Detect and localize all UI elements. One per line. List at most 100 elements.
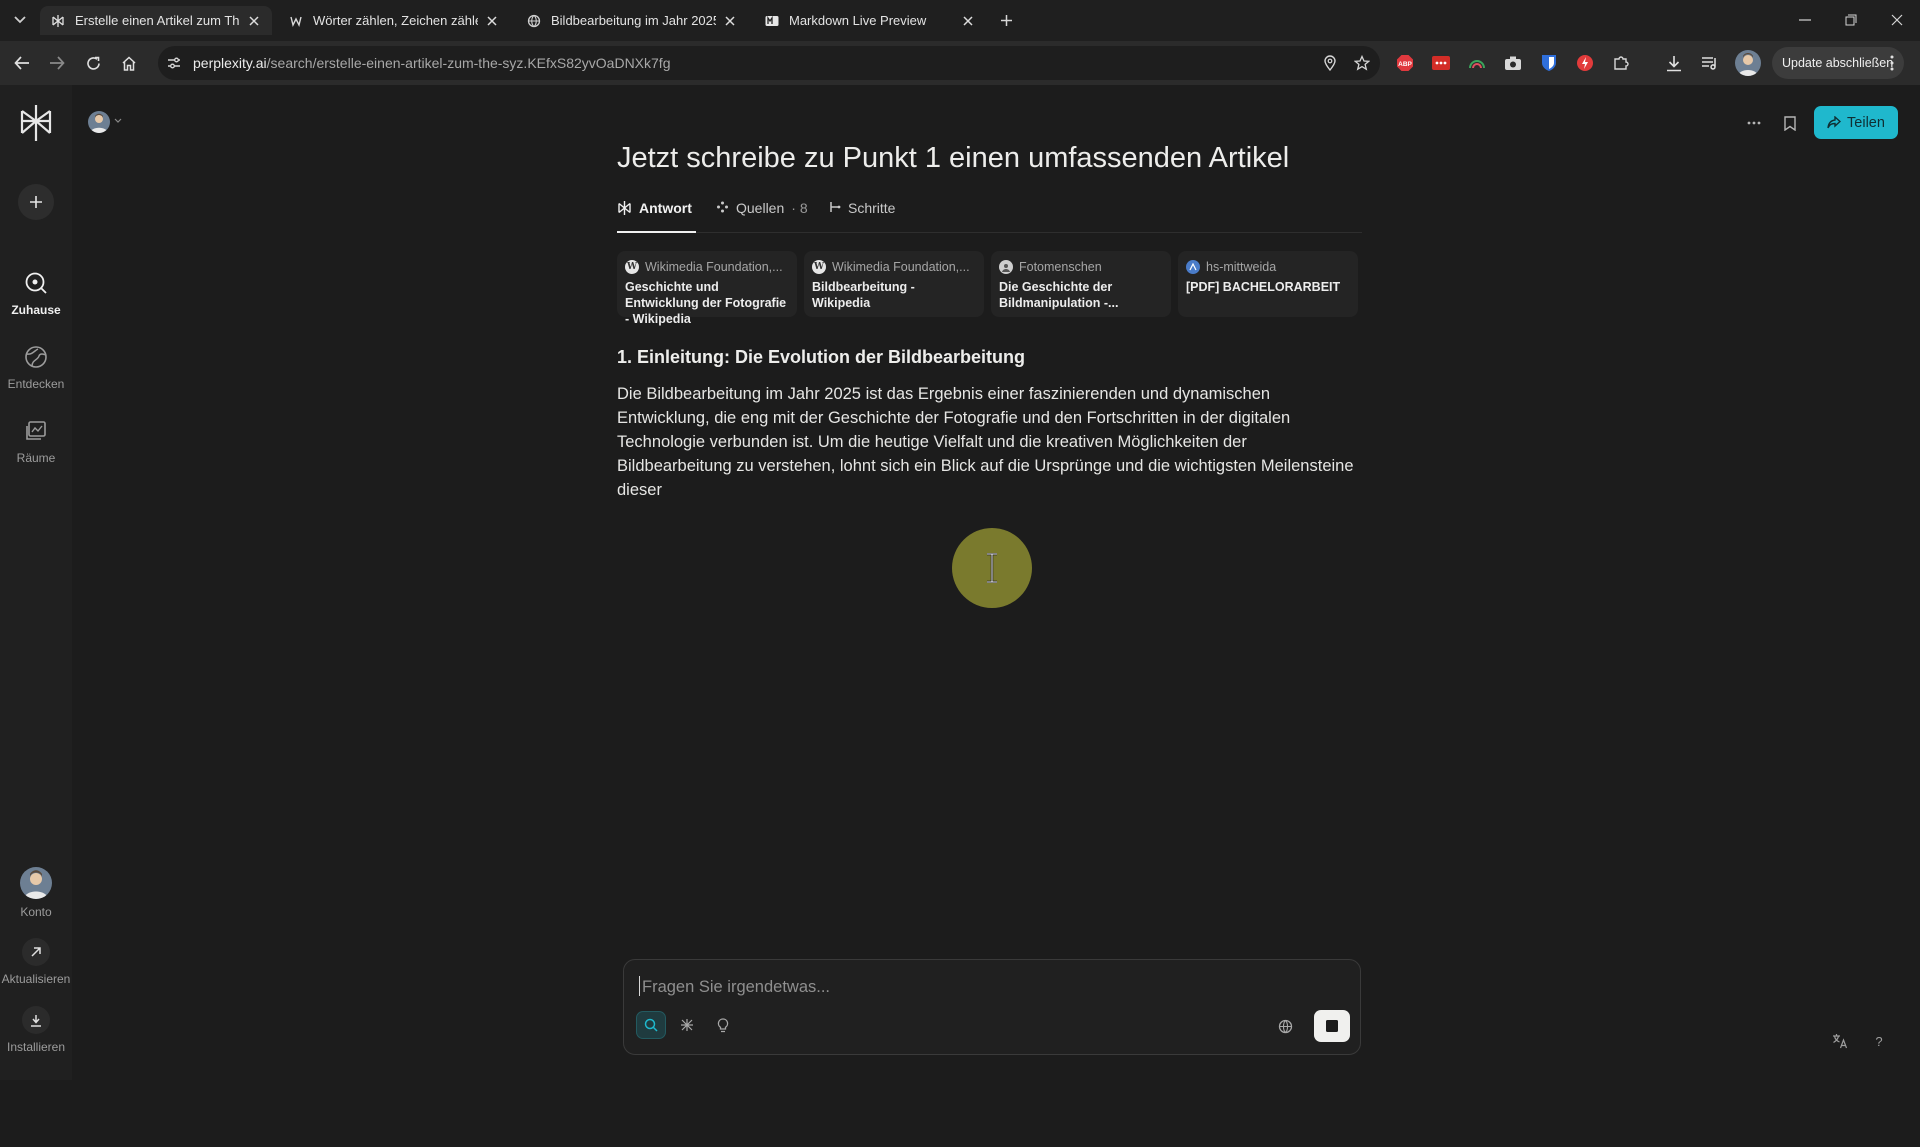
browser-tab[interactable]: Bildbearbeitung im Jahr 2025_ bbox=[516, 6, 748, 35]
answer-paragraph: Die Bildbearbeitung im Jahr 2025 ist das… bbox=[617, 385, 1354, 499]
tab-answer[interactable]: Antwort bbox=[617, 200, 692, 232]
new-thread-button[interactable] bbox=[18, 184, 54, 220]
steps-icon bbox=[830, 202, 841, 212]
sources-globe-icon[interactable] bbox=[1274, 1015, 1296, 1037]
source-title: Geschichte und Entwicklung der Fotografi… bbox=[625, 280, 787, 326]
adblock-plus-icon[interactable]: ABP bbox=[1394, 52, 1416, 74]
source-card[interactable]: hs-mittweida [PDF] BACHELORARBEIT bbox=[1178, 251, 1358, 317]
translate-icon[interactable] bbox=[1828, 1029, 1852, 1053]
update-button-label: Update abschließen bbox=[1782, 56, 1894, 70]
share-button[interactable]: Teilen bbox=[1814, 106, 1898, 139]
source-card[interactable]: Fotomenschen Die Geschichte der Bildmani… bbox=[991, 251, 1171, 317]
bookmark-star-icon[interactable] bbox=[1353, 54, 1371, 72]
restore-window-icon[interactable] bbox=[1837, 8, 1865, 32]
sidebar-item-home[interactable]: Zuhause bbox=[0, 269, 72, 317]
stop-generation-button[interactable] bbox=[1314, 1010, 1350, 1042]
thread-content: Jetzt schreibe zu Punkt 1 einen umfassen… bbox=[617, 140, 1362, 502]
close-tab-icon[interactable] bbox=[484, 13, 500, 29]
browser-tab-bar: Erstelle einen Artikel zum Them Wörter z… bbox=[0, 0, 1920, 41]
rainbow-icon[interactable] bbox=[1466, 52, 1488, 74]
forward-arrow-icon[interactable] bbox=[45, 51, 69, 75]
stop-icon bbox=[1326, 1020, 1338, 1032]
help-icon[interactable]: ? bbox=[1867, 1029, 1891, 1053]
tab-sources[interactable]: Quellen · 8 bbox=[716, 200, 808, 232]
tab-title: Erstelle einen Artikel zum Them bbox=[75, 13, 240, 28]
puzzle-icon[interactable] bbox=[1610, 52, 1632, 74]
minimize-window-icon[interactable] bbox=[1791, 8, 1819, 32]
source-card[interactable]: W Wikimedia Foundation,... Geschichte und… bbox=[617, 251, 797, 326]
spaces-icon bbox=[22, 417, 50, 445]
close-tab-icon[interactable] bbox=[960, 13, 976, 29]
ask-input[interactable] bbox=[640, 974, 1284, 1000]
close-tab-icon[interactable] bbox=[246, 13, 262, 29]
close-tab-icon[interactable] bbox=[722, 13, 738, 29]
lightbulb-icon bbox=[717, 1017, 729, 1032]
site-settings-icon[interactable] bbox=[166, 55, 182, 71]
address-bar[interactable]: perplexity.ai/search/erstelle-einen-arti… bbox=[158, 46, 1380, 80]
close-window-icon[interactable] bbox=[1883, 8, 1911, 32]
sidebar-item-discover[interactable]: Entdecken bbox=[0, 343, 72, 391]
camera-icon[interactable] bbox=[1502, 52, 1524, 74]
research-mode-button[interactable] bbox=[672, 1011, 702, 1039]
source-site: Wikimedia Foundation,... bbox=[832, 260, 970, 274]
sidebar-item-spaces[interactable]: Räume bbox=[0, 417, 72, 465]
download-icon[interactable] bbox=[1663, 52, 1685, 74]
reload-icon[interactable] bbox=[81, 51, 105, 75]
tab-label: Antwort bbox=[639, 200, 692, 216]
reasoning-mode-button[interactable] bbox=[708, 1011, 738, 1039]
tab-title: Bildbearbeitung im Jahr 2025_ bbox=[551, 13, 716, 28]
question-title: Jetzt schreibe zu Punkt 1 einen umfassen… bbox=[617, 142, 1290, 174]
source-title: [PDF] BACHELORARBEIT bbox=[1186, 280, 1341, 294]
source-site: Wikimedia Foundation,... bbox=[645, 260, 783, 274]
discover-globe-icon bbox=[22, 343, 50, 371]
search-mode-button[interactable] bbox=[636, 1011, 666, 1039]
new-tab-plus-icon[interactable] bbox=[996, 10, 1016, 30]
sidebar-item-label: Konto bbox=[20, 905, 52, 919]
active-tab-indicator bbox=[617, 231, 696, 233]
source-title: Bildbearbeitung - Wikipedia bbox=[812, 280, 915, 310]
avatar bbox=[20, 867, 52, 899]
profile-avatar-icon[interactable] bbox=[1735, 50, 1761, 76]
wortzaehler-icon bbox=[288, 13, 304, 29]
more-options-icon[interactable] bbox=[1742, 113, 1766, 133]
media-controls-icon[interactable] bbox=[1699, 52, 1721, 74]
research-icon bbox=[681, 1019, 693, 1031]
avatar[interactable] bbox=[88, 111, 110, 133]
plus-icon bbox=[30, 196, 42, 208]
home-icon[interactable] bbox=[117, 51, 141, 75]
fotomenschen-icon bbox=[999, 260, 1013, 274]
tab-search-chevron-icon[interactable] bbox=[8, 10, 32, 30]
home-search-icon bbox=[22, 269, 50, 297]
wikipedia-icon: W bbox=[625, 260, 639, 274]
url-host: perplexity.ai bbox=[193, 55, 267, 71]
browser-tab[interactable]: Markdown Live Preview bbox=[754, 6, 986, 35]
red-extension-icon[interactable] bbox=[1574, 52, 1596, 74]
browser-tab[interactable]: Wörter zählen, Zeichen zählen bbox=[278, 6, 510, 35]
chevron-down-icon[interactable] bbox=[114, 118, 122, 123]
hs-mittweida-icon bbox=[1186, 260, 1200, 274]
url-path: /search/erstelle-einen-artikel-zum-the-s… bbox=[266, 55, 671, 71]
sidebar-item-install[interactable]: Installieren bbox=[0, 1006, 72, 1054]
lastpass-icon[interactable] bbox=[1430, 52, 1452, 74]
bookmark-icon[interactable] bbox=[1778, 111, 1802, 135]
share-button-label: Teilen bbox=[1847, 114, 1885, 131]
url-text[interactable]: perplexity.ai/search/erstelle-einen-arti… bbox=[193, 55, 670, 71]
tab-title: Markdown Live Preview bbox=[789, 13, 927, 28]
wikipedia-icon: W bbox=[812, 260, 826, 274]
location-pin-icon[interactable] bbox=[1321, 54, 1339, 72]
perplexity-logo-icon[interactable] bbox=[18, 103, 54, 143]
tab-steps[interactable]: Schritte bbox=[829, 200, 895, 232]
app-sidebar: Zuhause Entdecken Räume Konto Aktualisie… bbox=[0, 85, 72, 1080]
arrow-up-right-icon bbox=[22, 938, 50, 966]
answer-tabs: Antwort Quellen · 8 Schritte bbox=[617, 200, 1362, 233]
sidebar-item-account[interactable]: Konto bbox=[0, 867, 72, 919]
browser-menu-icon[interactable] bbox=[1890, 55, 1894, 71]
source-card[interactable]: W Wikimedia Foundation,... Bildbearbeitun… bbox=[804, 251, 984, 317]
bitwarden-icon[interactable] bbox=[1538, 52, 1560, 74]
update-browser-button[interactable]: Update abschließen bbox=[1772, 47, 1904, 79]
back-arrow-icon[interactable] bbox=[10, 51, 34, 75]
answer-section-heading: 1. Einleitung: Die Evolution der Bildbea… bbox=[617, 347, 1026, 367]
sources-icon bbox=[717, 201, 728, 213]
browser-tab[interactable]: Erstelle einen Artikel zum Them bbox=[40, 6, 272, 35]
sidebar-item-update[interactable]: Aktualisieren bbox=[0, 938, 72, 986]
